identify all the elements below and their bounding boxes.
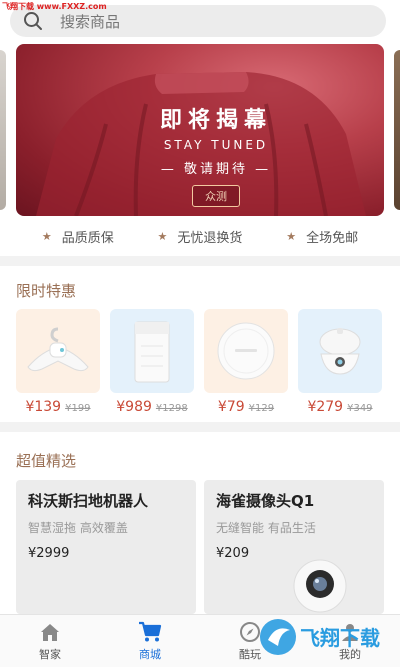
guarantee-label: 全场免邮 — [306, 230, 359, 246]
deal-old-price: ¥199 — [65, 403, 91, 414]
pick-card[interactable]: 海雀摄像头Q1 无缝智能 有品生活 ¥209 — [204, 480, 384, 614]
search-placeholder: 搜索商品 — [60, 12, 121, 31]
star-icon: ★ — [157, 229, 168, 243]
brand-logo-text: 飞翔下载 — [300, 626, 380, 650]
banner-text-block: 即将揭幕 STAY TUNED — 敬请期待 — 众测 — [136, 102, 296, 207]
deal-price: ¥279 — [307, 399, 344, 415]
tab-mall[interactable]: 商城 — [100, 615, 200, 667]
section-divider — [0, 422, 400, 432]
deal-old-price: ¥349 — [347, 403, 373, 414]
humidifier-icon — [298, 309, 382, 393]
cart-icon — [138, 620, 162, 644]
deal-card[interactable]: ¥279 ¥349 — [298, 309, 382, 415]
flash-sale-list: ¥139 ¥199 ¥989 ¥1298 ¥79 ¥129 ¥279 ¥349 — [16, 309, 400, 415]
banner-carousel[interactable]: 即将揭幕 STAY TUNED — 敬请期待 — 众测 — [0, 44, 400, 216]
banner-slide[interactable]: 即将揭幕 STAY TUNED — 敬请期待 — 众测 — [16, 44, 384, 216]
guarantee-quality: ★ 品质质保 — [42, 227, 114, 246]
tab-label: 商城 — [139, 648, 161, 661]
deal-old-price: ¥129 — [248, 403, 275, 414]
deal-card[interactable]: ¥139 ¥199 — [16, 309, 100, 415]
deal-card[interactable]: ¥79 ¥129 — [204, 309, 288, 415]
picks-list: 科沃斯扫地机器人 智慧湿拖 高效覆盖 ¥2999 海雀摄像头Q1 无缝智能 有品… — [16, 480, 384, 614]
hanger-icon — [16, 309, 100, 393]
pick-desc: 无缝智能 有品生活 — [216, 521, 316, 535]
pick-name: 科沃斯扫地机器人 — [28, 492, 149, 510]
picks-title: 超值精选 — [16, 452, 77, 470]
banner-prev-peek[interactable] — [0, 50, 6, 210]
banner-title: 即将揭幕 — [159, 108, 272, 133]
camera-icon — [293, 559, 347, 613]
deal-price: ¥139 — [25, 399, 62, 415]
banner-next-peek[interactable] — [394, 50, 400, 210]
tab-home[interactable]: 智家 — [0, 615, 100, 667]
deal-old-price: ¥1298 — [155, 403, 188, 414]
guarantee-label: 无忧退换货 — [177, 230, 243, 246]
deal-card[interactable]: ¥989 ¥1298 — [110, 309, 194, 415]
pick-card[interactable]: 科沃斯扫地机器人 智慧湿拖 高效覆盖 ¥2999 — [16, 480, 196, 614]
round-device-icon — [204, 309, 288, 393]
guarantee-free-shipping: ★ 全场免邮 — [286, 227, 358, 246]
deal-price: ¥79 — [217, 399, 245, 415]
brand-logo: 飞翔下载 — [258, 616, 394, 658]
star-icon: ★ — [286, 229, 297, 243]
service-guarantees: ★ 品质质保 ★ 无忧退换货 ★ 全场免邮 — [0, 222, 400, 250]
tab-label: 智家 — [39, 648, 61, 661]
home-icon — [39, 620, 61, 644]
banner-tagline: — 敬请期待 — — [160, 162, 272, 177]
deal-price: ¥989 — [116, 399, 152, 415]
pick-name: 海雀摄像头Q1 — [216, 492, 315, 510]
banner-subtitle: STAY TUNED — [163, 138, 269, 152]
pick-desc: 智慧湿拖 高效覆盖 — [28, 521, 128, 535]
watermark-text: 飞翔下载 www.FXXZ.com — [2, 2, 107, 11]
guarantee-returns: ★ 无忧退换货 — [158, 227, 243, 246]
pick-price: ¥2999 — [28, 546, 70, 561]
section-divider — [0, 256, 400, 266]
star-icon: ★ — [41, 229, 52, 243]
flash-sale-title: 限时特惠 — [16, 282, 77, 300]
banner-crowdtest-button[interactable]: 众测 — [192, 185, 240, 207]
guarantee-label: 品质质保 — [61, 230, 114, 246]
air-purifier-icon — [110, 309, 194, 393]
